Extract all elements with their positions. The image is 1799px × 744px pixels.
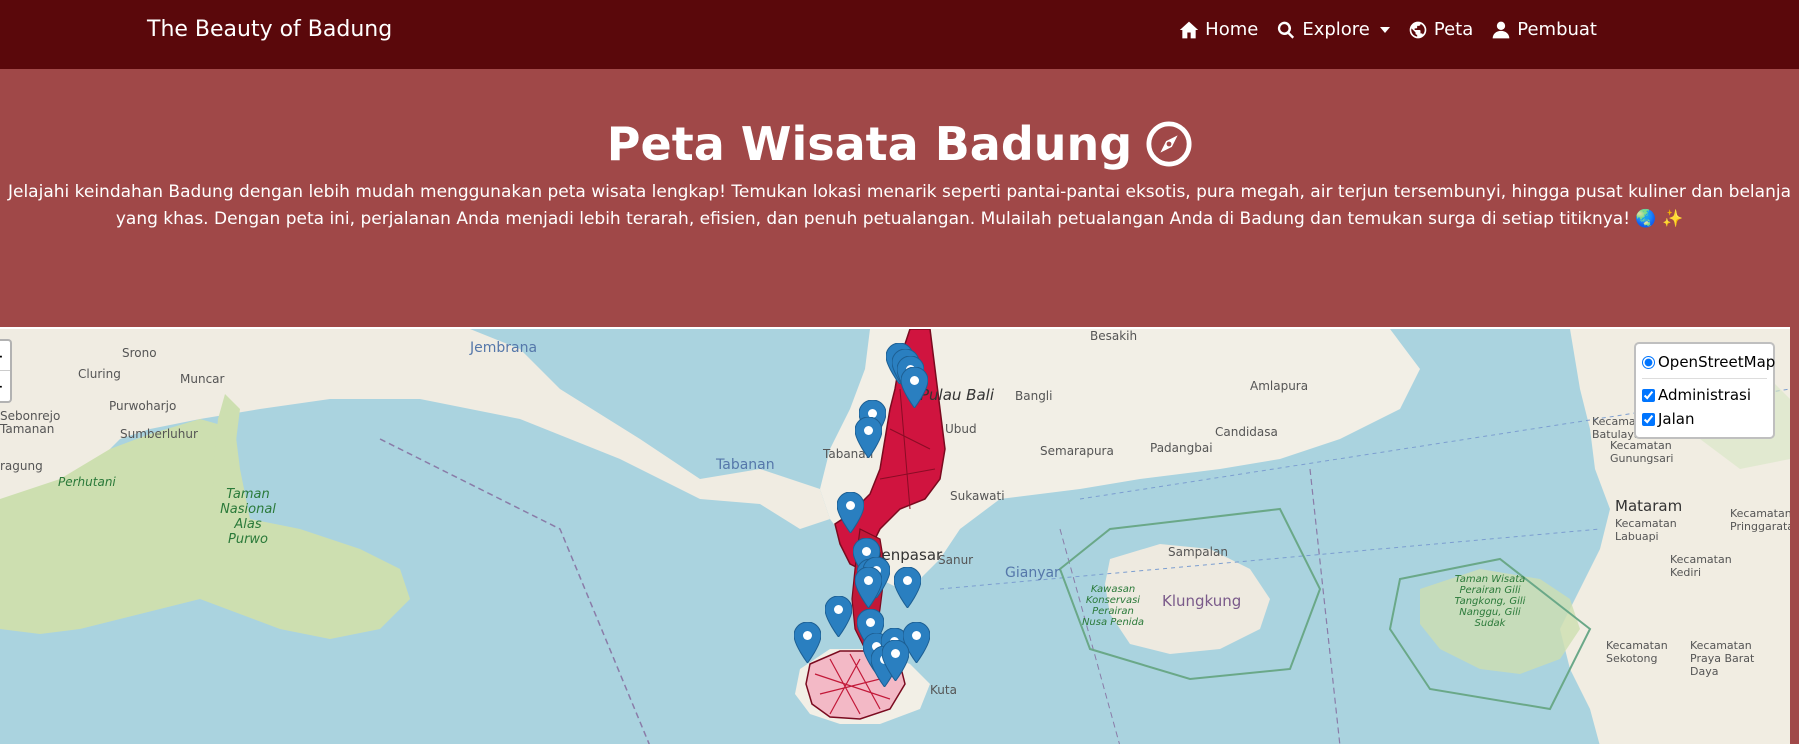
map-label: Sumberluhur: [120, 427, 198, 441]
map-label: Semarapura: [1040, 444, 1114, 458]
map-label: Kecamatan Kediri: [1670, 553, 1732, 579]
nav-home[interactable]: Home: [1179, 19, 1258, 40]
nav-menu: Home Explore Peta Pembuat: [1179, 19, 1597, 40]
layer-divider: [1642, 378, 1767, 379]
nav-pembuat[interactable]: Pembuat: [1491, 19, 1597, 40]
map-label: Sukawati: [950, 489, 1005, 503]
map-label: Mataram: [1615, 497, 1683, 515]
layer-control: OpenStreetMap Administrasi Jalan: [1634, 342, 1775, 439]
map-label: Kecamatan Labuapi: [1615, 517, 1677, 543]
nav-explore[interactable]: Explore: [1276, 19, 1390, 40]
overlay-label-jalan: Jalan: [1658, 410, 1695, 428]
map-label: Sampalan: [1168, 545, 1228, 559]
home-icon: [1180, 21, 1199, 38]
zoom-in-button[interactable]: +: [0, 341, 10, 371]
map-label: Purwoharjo: [109, 399, 177, 413]
overlay-option-administrasi[interactable]: Administrasi: [1642, 383, 1767, 407]
zoom-out-button[interactable]: −: [0, 371, 10, 401]
nav-peta-label: Peta: [1433, 19, 1474, 40]
hero-description: Jelajahi keindahan Badung dengan lebih m…: [7, 182, 1791, 229]
map-label: Amlapura: [1250, 379, 1309, 393]
overlay-checkbox-administrasi[interactable]: [1642, 388, 1655, 402]
map-label: Kecamatan Praya Barat Daya: [1690, 639, 1755, 678]
overlay-checkbox-jalan[interactable]: [1642, 412, 1655, 426]
overlay-option-jalan[interactable]: Jalan: [1642, 407, 1767, 431]
map-marker-icon[interactable]: [794, 622, 821, 663]
map-label: Kawasan Konservasi Perairan Nusa Penida: [1081, 584, 1145, 628]
chevron-down-icon: [1379, 26, 1390, 33]
map-marker-icon[interactable]: [837, 492, 864, 533]
globe-icon: [1409, 21, 1427, 38]
map-label: ragung: [0, 459, 43, 473]
nav-pembuat-label: Pembuat: [1517, 19, 1597, 40]
map-marker-icon[interactable]: [855, 567, 882, 608]
nav-peta[interactable]: Peta: [1408, 19, 1473, 40]
base-layer-option[interactable]: OpenStreetMap: [1642, 350, 1775, 374]
navbar: The Beauty of Badung Home Explore Peta P…: [0, 0, 1799, 69]
page-title-text: Peta Wisata Badung: [606, 117, 1133, 171]
compass-icon: [1146, 121, 1192, 167]
map-label: Jembrana: [470, 340, 538, 356]
map-container[interactable]: Jembrana Srono Cluring Muncar Purwoharjo…: [0, 327, 1790, 744]
map-marker-icon[interactable]: [825, 596, 852, 637]
map-label: Kecamatan Sekotong: [1606, 639, 1668, 665]
map-marker-icon[interactable]: [894, 567, 921, 608]
map-label: Tamanan: [0, 422, 55, 436]
map-label: Sebonrejo: [0, 409, 61, 423]
map-label: Taman Wisata Perairan Gili Tangkong, Gil…: [1454, 574, 1526, 629]
map-label: Gianyar: [1005, 565, 1060, 581]
map-label: Padangbai: [1150, 441, 1213, 455]
map-label: Bangli: [1015, 389, 1053, 403]
overlay-label-administrasi: Administrasi: [1658, 386, 1752, 404]
map-marker-icon[interactable]: [882, 640, 909, 681]
map-label: Klungkung: [1162, 592, 1242, 610]
map-label: Pulau Bali: [920, 386, 995, 404]
map-label: Kuta: [930, 683, 957, 697]
map-label: Kecamatan Gunungsari: [1610, 439, 1674, 465]
map-label: Taman Nasional Alas Purwo: [220, 487, 276, 547]
brand-link[interactable]: The Beauty of Badung: [147, 17, 392, 42]
map-marker-icon[interactable]: [855, 417, 882, 458]
hero-section: Peta Wisata Badung Jelajahi keindahan Ba…: [0, 69, 1799, 327]
nav-explore-label: Explore: [1302, 19, 1370, 40]
map-label: Kecamatan Pringgarata: [1730, 507, 1790, 533]
page-title: Peta Wisata Badung: [0, 117, 1799, 171]
zoom-control: + −: [0, 339, 12, 403]
search-icon: [1278, 21, 1295, 39]
base-layer-radio[interactable]: [1642, 355, 1655, 369]
map-label: Ubud: [945, 422, 977, 436]
user-icon: [1492, 21, 1510, 38]
map-label: Srono: [122, 346, 157, 360]
base-layer-label: OpenStreetMap: [1658, 353, 1776, 371]
map-label: Candidasa: [1215, 425, 1278, 439]
map-label: Muncar: [180, 372, 225, 386]
map-marker-icon[interactable]: [901, 367, 928, 408]
map-label: Besakih: [1090, 329, 1138, 343]
map-label: Cluring: [78, 367, 121, 381]
map-label: Tabanan: [716, 457, 775, 473]
map-label: Sanur: [938, 553, 974, 567]
nav-home-label: Home: [1205, 19, 1259, 40]
map-label: Perhutani: [58, 475, 116, 489]
